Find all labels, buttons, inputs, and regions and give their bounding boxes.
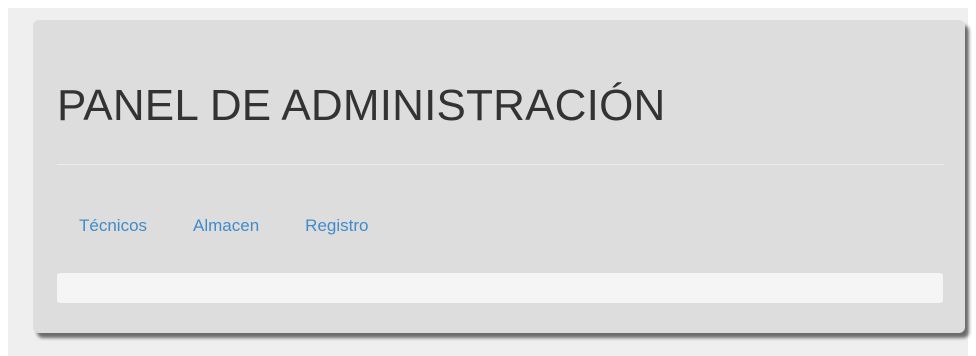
nav-link-almacen[interactable]: Almacen bbox=[171, 206, 283, 246]
content-well bbox=[57, 273, 943, 303]
title-divider bbox=[57, 164, 944, 165]
nav-menu: Técnicos Almacen Registro bbox=[57, 206, 392, 246]
nav-item-almacen: Almacen bbox=[171, 206, 283, 246]
page-title: PANEL DE ADMINISTRACIÓN bbox=[57, 81, 666, 130]
nav-item-tecnicos: Técnicos bbox=[57, 206, 171, 246]
nav-link-registro[interactable]: Registro bbox=[283, 206, 392, 246]
nav-link-tecnicos[interactable]: Técnicos bbox=[57, 206, 171, 246]
nav-item-registro: Registro bbox=[283, 206, 392, 246]
admin-panel: PANEL DE ADMINISTRACIÓN Técnicos Almacen… bbox=[33, 20, 965, 333]
